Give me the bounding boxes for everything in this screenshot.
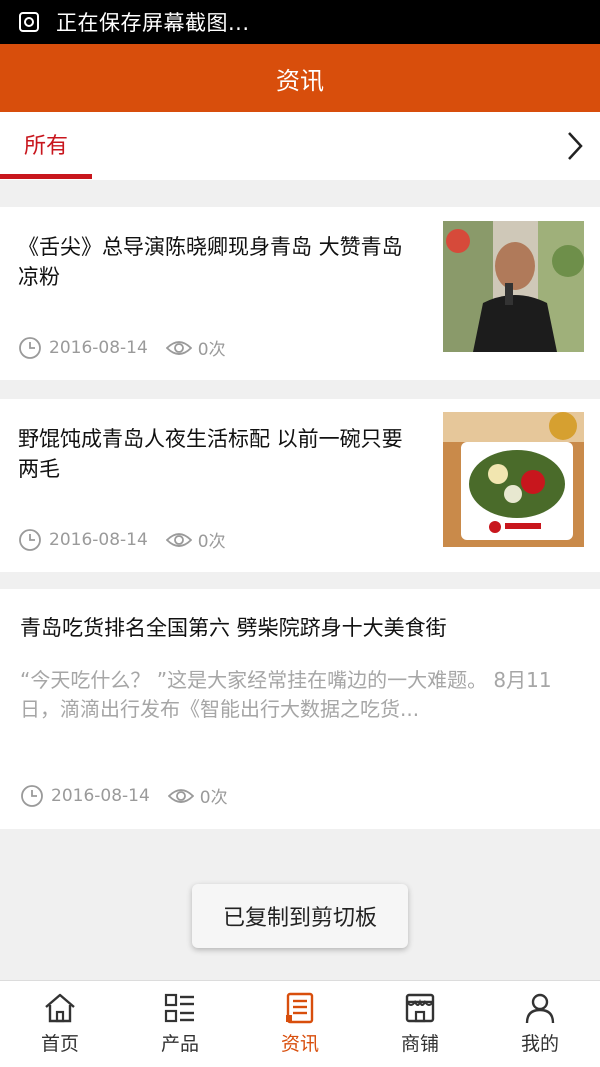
nav-mine-label: 我的 bbox=[520, 1033, 559, 1055]
article-meta: 2016-08-14 0次 bbox=[20, 783, 228, 808]
page-title: 资讯 bbox=[276, 66, 324, 95]
tab-all[interactable]: 所有 bbox=[0, 112, 92, 180]
grid-list-icon bbox=[164, 993, 194, 1023]
article-meta: 2016-08-14 0次 bbox=[18, 335, 226, 360]
more-categories-button[interactable] bbox=[550, 112, 600, 180]
screenshot-icon bbox=[19, 12, 39, 32]
news-icon bbox=[286, 992, 314, 1024]
nav-stores[interactable]: 商铺 bbox=[360, 981, 480, 1067]
article-thumbnail bbox=[443, 221, 584, 352]
category-tabbar: 所有 bbox=[0, 112, 600, 180]
app-header: 资讯 bbox=[0, 44, 600, 112]
nav-home-label: 首页 bbox=[40, 1033, 79, 1055]
nav-products-label: 产品 bbox=[160, 1033, 199, 1055]
article-date: 2016-08-14 bbox=[49, 529, 148, 550]
article-date: 2016-08-14 bbox=[51, 785, 150, 806]
eye-icon bbox=[165, 340, 192, 355]
article-views: 0次 bbox=[197, 532, 226, 552]
article-views: 0次 bbox=[199, 788, 228, 808]
clock-icon bbox=[21, 784, 43, 807]
nav-home[interactable]: 首页 bbox=[0, 981, 120, 1067]
bottom-nav: 首页 产品 资讯 商铺 我的 bbox=[0, 980, 600, 1067]
article-thumbnail bbox=[443, 412, 584, 547]
eye-icon bbox=[167, 788, 194, 803]
eye-icon bbox=[165, 532, 192, 547]
nav-stores-label: 商铺 bbox=[400, 1033, 439, 1055]
article-title: 《舌尖》总导演陈晓卿现身青岛 大赞青岛凉粉 bbox=[18, 235, 403, 289]
article-title: 野馄饨成青岛人夜生活标配 以前一碗只要两毛 bbox=[18, 427, 403, 481]
article-item[interactable]: 青岛吃货排名全国第六 劈柴院跻身十大美食街 “今天吃什么？ ”这是大家经常挂在嘴… bbox=[0, 589, 600, 829]
store-icon bbox=[405, 993, 435, 1023]
user-icon bbox=[525, 993, 555, 1024]
status-text: 正在保存屏幕截图... bbox=[56, 11, 250, 35]
article-meta: 2016-08-14 0次 bbox=[18, 527, 226, 552]
status-bar: 正在保存屏幕截图... bbox=[0, 0, 600, 44]
tab-all-label: 所有 bbox=[23, 134, 68, 159]
article-item[interactable]: 《舌尖》总导演陈晓卿现身青岛 大赞青岛凉粉 2016-08-14 0次 bbox=[0, 207, 600, 380]
article-summary: “今天吃什么？ ”这是大家经常挂在嘴边的一大难题。 8月11日，滴滴出行发布《智… bbox=[20, 668, 552, 721]
home-icon bbox=[45, 993, 75, 1023]
article-date: 2016-08-14 bbox=[49, 337, 148, 358]
clock-icon bbox=[19, 336, 41, 359]
article-title: 青岛吃货排名全国第六 劈柴院跻身十大美食街 bbox=[20, 616, 447, 640]
tab-active-underline bbox=[0, 174, 92, 179]
toast-message: 已复制到剪切板 bbox=[192, 884, 408, 948]
article-views: 0次 bbox=[197, 340, 226, 360]
nav-mine[interactable]: 我的 bbox=[480, 981, 600, 1067]
chevron-right-icon bbox=[568, 132, 583, 160]
clock-icon bbox=[19, 528, 41, 551]
nav-products[interactable]: 产品 bbox=[120, 981, 240, 1067]
nav-news-label: 资讯 bbox=[280, 1033, 319, 1055]
article-item[interactable]: 野馄饨成青岛人夜生活标配 以前一碗只要两毛 2016-08-14 0次 bbox=[0, 399, 600, 572]
nav-news[interactable]: 资讯 bbox=[240, 981, 360, 1067]
